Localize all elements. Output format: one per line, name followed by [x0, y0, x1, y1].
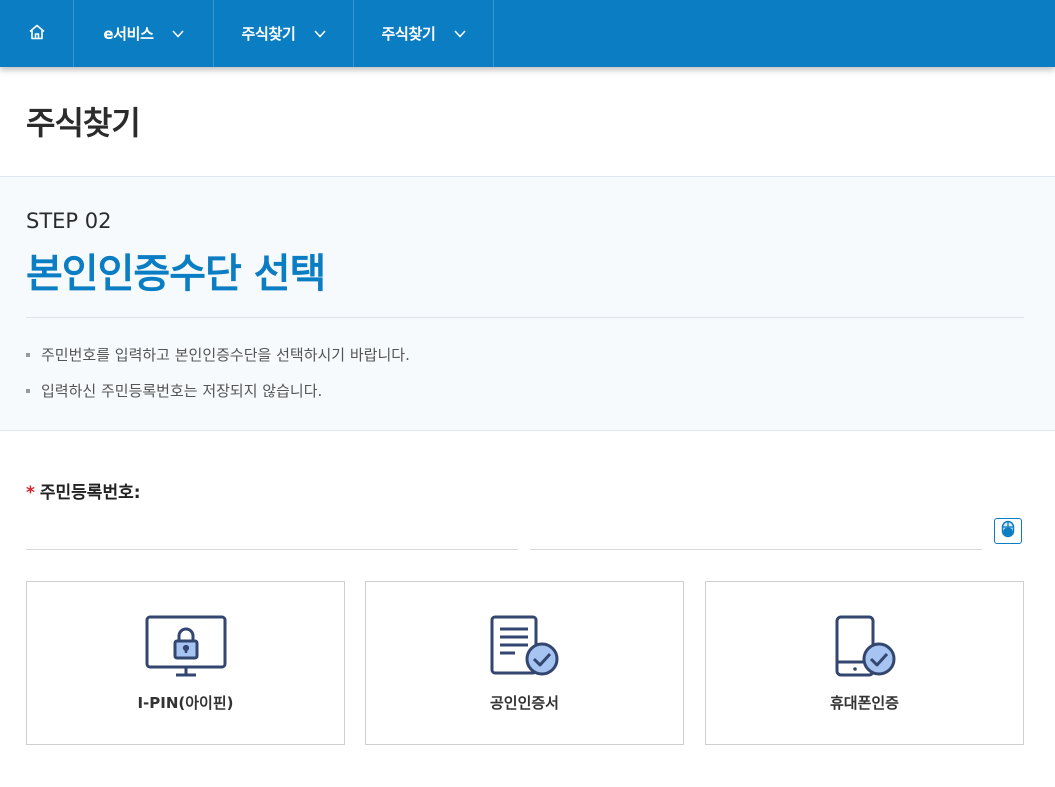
home-button[interactable] — [0, 0, 74, 67]
nav-item-label: 주식찾기 — [241, 25, 296, 43]
rrn-label: * 주민등록번호: — [26, 478, 141, 503]
auth-ipin-label: I-PIN(아이핀) — [137, 694, 234, 712]
chevron-down-icon — [453, 29, 466, 38]
auth-phone-label: 휴대폰인증 — [829, 694, 899, 712]
auth-ipin-card[interactable]: I-PIN(아이핀) — [26, 581, 345, 745]
step-heading: 본인인증수단 선택 — [26, 251, 326, 297]
notice-list: 주민번호를 입력하고 본인인증수단을 선택하시기 바랍니다. 입력하신 주민등록… — [26, 345, 410, 417]
auth-certificate-card[interactable]: 공인인증서 — [365, 581, 684, 745]
required-mark: * — [26, 483, 35, 503]
step-label: STEP 02 — [26, 209, 112, 233]
nav-item-stock-search-sub[interactable]: 주식찾기 — [354, 0, 494, 67]
nav-item-label: e서비스 — [103, 25, 154, 43]
home-icon — [28, 23, 46, 45]
mouse-input-button[interactable] — [994, 518, 1022, 544]
page-title: 주식찾기 — [26, 104, 141, 142]
rrn-label-text: 주민등록번호: — [39, 483, 141, 503]
rrn-second-input[interactable] — [530, 514, 982, 550]
divider — [26, 317, 1024, 318]
step-panel: STEP 02 본인인증수단 선택 주민번호를 입력하고 본인인증수단을 선택하… — [0, 176, 1055, 431]
nav-item-stock-search[interactable]: 주식찾기 — [214, 0, 354, 67]
auth-phone-card[interactable]: 휴대폰인증 — [705, 581, 1024, 745]
rrn-first-input[interactable] — [26, 514, 518, 550]
nav-item-label: 주식찾기 — [381, 25, 436, 43]
notice-item: 입력하신 주민등록번호는 저장되지 않습니다. — [26, 381, 410, 417]
notice-item: 주민번호를 입력하고 본인인증수단을 선택하시기 바랍니다. — [26, 345, 410, 381]
mouse-icon — [1001, 520, 1015, 542]
chevron-down-icon — [172, 29, 184, 38]
nav-item-eservice[interactable]: e서비스 — [74, 0, 214, 67]
top-navigation: e서비스 주식찾기 주식찾기 — [0, 0, 1055, 67]
chevron-down-icon — [313, 29, 326, 38]
auth-certificate-label: 공인인증서 — [489, 694, 559, 712]
